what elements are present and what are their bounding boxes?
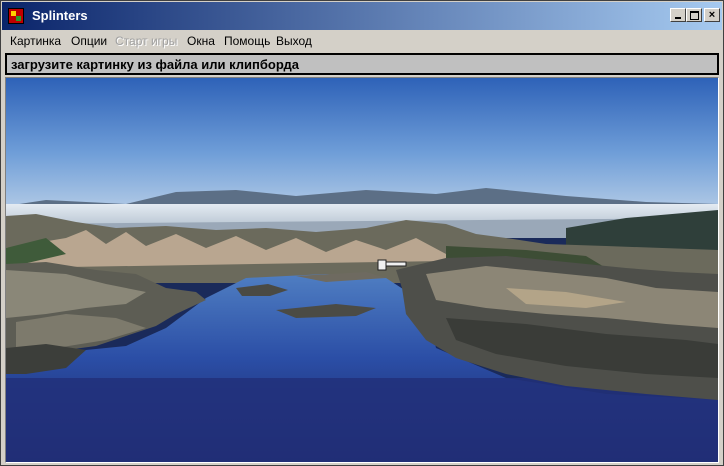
app-icon[interactable] [8, 8, 24, 24]
menu-help[interactable]: Помощь [224, 33, 270, 49]
menu-bar: Картинка Опции Старт игры Окна Помощь Вы… [2, 31, 722, 51]
maximize-button[interactable] [686, 8, 702, 22]
landscape-image [6, 78, 718, 462]
minimize-button[interactable] [670, 8, 686, 22]
app-window: Splinters × Картинка Опции Старт игры Ок… [0, 0, 724, 466]
menu-start-game[interactable]: Старт игры [115, 33, 177, 49]
window-title: Splinters [32, 8, 88, 23]
menu-options[interactable]: Опции [71, 33, 107, 49]
status-bar: загрузите картинку из файла или клипборд… [5, 53, 719, 75]
menu-picture[interactable]: Картинка [10, 33, 61, 49]
menu-exit[interactable]: Выход [276, 33, 312, 49]
menu-windows[interactable]: Окна [187, 33, 215, 49]
status-message: загрузите картинку из файла или клипборд… [11, 57, 299, 72]
close-button[interactable]: × [704, 8, 720, 22]
title-bar[interactable]: Splinters × [2, 2, 722, 30]
puzzle-image[interactable] [5, 77, 719, 463]
